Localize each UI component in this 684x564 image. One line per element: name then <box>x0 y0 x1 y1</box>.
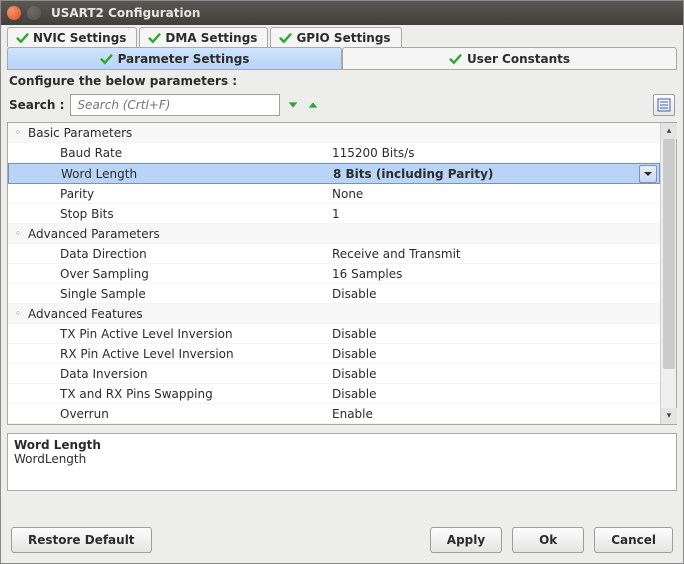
titlebar: USART2 Configuration <box>1 1 683 25</box>
button-label: Apply <box>447 533 485 547</box>
search-label: Search : <box>9 98 64 112</box>
param-overrun[interactable]: Overrun Enable <box>8 404 660 424</box>
tab-parameter-settings[interactable]: Parameter Settings <box>7 47 342 69</box>
param-data-direction[interactable]: Data Direction Receive and Transmit <box>8 244 660 264</box>
button-label: Cancel <box>611 533 656 547</box>
param-single-sample[interactable]: Single Sample Disable <box>8 284 660 304</box>
tab-gpio-settings[interactable]: GPIO Settings <box>270 27 401 47</box>
search-prev-icon[interactable] <box>306 98 320 112</box>
group-label: Advanced Features <box>28 307 143 321</box>
param-value: 8 Bits (including Parity) <box>333 167 493 181</box>
param-label: Baud Rate <box>60 146 122 160</box>
close-icon[interactable] <box>7 6 21 20</box>
param-value: Disable <box>332 367 377 381</box>
scrollbar[interactable]: ▴ ▾ <box>660 123 676 424</box>
param-value: Disable <box>332 287 377 301</box>
param-label: TX and RX Pins Swapping <box>60 387 213 401</box>
tab-label: DMA Settings <box>165 31 257 45</box>
param-pins-swapping[interactable]: TX and RX Pins Swapping Disable <box>8 384 660 404</box>
param-tx-pin-inversion[interactable]: TX Pin Active Level Inversion Disable <box>8 324 660 344</box>
tab-user-constants[interactable]: User Constants <box>342 47 677 69</box>
view-options-button[interactable] <box>653 94 675 116</box>
detail-heading: Word Length <box>14 438 670 452</box>
param-value: Disable <box>332 347 377 361</box>
minimize-icon[interactable] <box>27 6 41 20</box>
group-basic-parameters[interactable]: ◦ Basic Parameters <box>8 123 660 143</box>
param-baud-rate[interactable]: Baud Rate 115200 Bits/s <box>8 143 660 163</box>
check-icon <box>148 32 161 45</box>
param-stop-bits[interactable]: Stop Bits 1 <box>8 204 660 224</box>
param-value: Disable <box>332 387 377 401</box>
list-icon <box>657 98 671 112</box>
scroll-up-icon[interactable]: ▴ <box>661 123 677 139</box>
detail-body: WordLength <box>14 452 670 466</box>
check-icon <box>279 32 292 45</box>
check-icon <box>100 53 113 66</box>
param-label: Over Sampling <box>60 267 149 281</box>
param-label: Stop Bits <box>60 207 114 221</box>
param-label: TX Pin Active Level Inversion <box>60 327 233 341</box>
param-label: Single Sample <box>60 287 146 301</box>
tab-label: NVIC Settings <box>33 31 126 45</box>
group-label: Basic Parameters <box>28 126 132 140</box>
check-icon <box>449 53 462 66</box>
chevron-down-icon <box>644 170 652 178</box>
param-value: None <box>332 187 363 201</box>
button-label: Ok <box>539 533 557 547</box>
tab-label: GPIO Settings <box>296 31 390 45</box>
apply-button[interactable]: Apply <box>430 527 502 553</box>
parameter-grid: ◦ Basic Parameters Baud Rate 115200 Bits/s… <box>8 123 660 424</box>
param-word-length[interactable]: Word Length 8 Bits (including Parity) <box>8 163 660 184</box>
param-value: 115200 Bits/s <box>332 146 414 160</box>
tab-label: User Constants <box>467 52 570 66</box>
detail-panel: Word Length WordLength <box>7 433 677 491</box>
dropdown-button[interactable] <box>639 165 657 183</box>
scroll-thumb[interactable] <box>663 139 675 369</box>
param-data-inversion[interactable]: Data Inversion Disable <box>8 364 660 384</box>
configure-subtitle: Configure the below parameters : <box>7 70 677 92</box>
group-advanced-features[interactable]: ◦ Advanced Features <box>8 304 660 324</box>
param-label: Data Inversion <box>60 367 148 381</box>
param-rx-pin-inversion[interactable]: RX Pin Active Level Inversion Disable <box>8 344 660 364</box>
ok-button[interactable]: Ok <box>512 527 584 553</box>
param-label: Parity <box>60 187 94 201</box>
tabrow-sub: Parameter Settings User Constants <box>7 47 677 70</box>
param-label: RX Pin Active Level Inversion <box>60 347 234 361</box>
disclosure-icon[interactable]: ◦ <box>12 307 24 320</box>
param-value: Enable <box>332 407 373 421</box>
search-input[interactable] <box>70 94 280 116</box>
param-value: Receive and Transmit <box>332 247 461 261</box>
tabrow-top: NVIC Settings DMA Settings GPIO Settings <box>7 27 677 47</box>
button-label: Restore Default <box>28 533 135 547</box>
tab-label: Parameter Settings <box>118 52 250 66</box>
param-label: Overrun <box>60 407 109 421</box>
param-label: Word Length <box>61 167 137 181</box>
tab-nvic-settings[interactable]: NVIC Settings <box>7 27 137 47</box>
cancel-button[interactable]: Cancel <box>594 527 673 553</box>
tab-dma-settings[interactable]: DMA Settings <box>139 27 268 47</box>
param-value: Disable <box>332 327 377 341</box>
param-over-sampling[interactable]: Over Sampling 16 Samples <box>8 264 660 284</box>
param-value: 16 Samples <box>332 267 402 281</box>
restore-default-button[interactable]: Restore Default <box>11 527 152 553</box>
param-label: Data Direction <box>60 247 147 261</box>
param-value: 1 <box>332 207 340 221</box>
scroll-down-icon[interactable]: ▾ <box>661 408 677 424</box>
search-next-icon[interactable] <box>286 98 300 112</box>
disclosure-icon[interactable]: ◦ <box>12 227 24 240</box>
window-title: USART2 Configuration <box>51 6 200 20</box>
param-parity[interactable]: Parity None <box>8 184 660 204</box>
check-icon <box>16 32 29 45</box>
group-label: Advanced Parameters <box>28 227 160 241</box>
disclosure-icon[interactable]: ◦ <box>12 126 24 139</box>
group-advanced-parameters[interactable]: ◦ Advanced Parameters <box>8 224 660 244</box>
